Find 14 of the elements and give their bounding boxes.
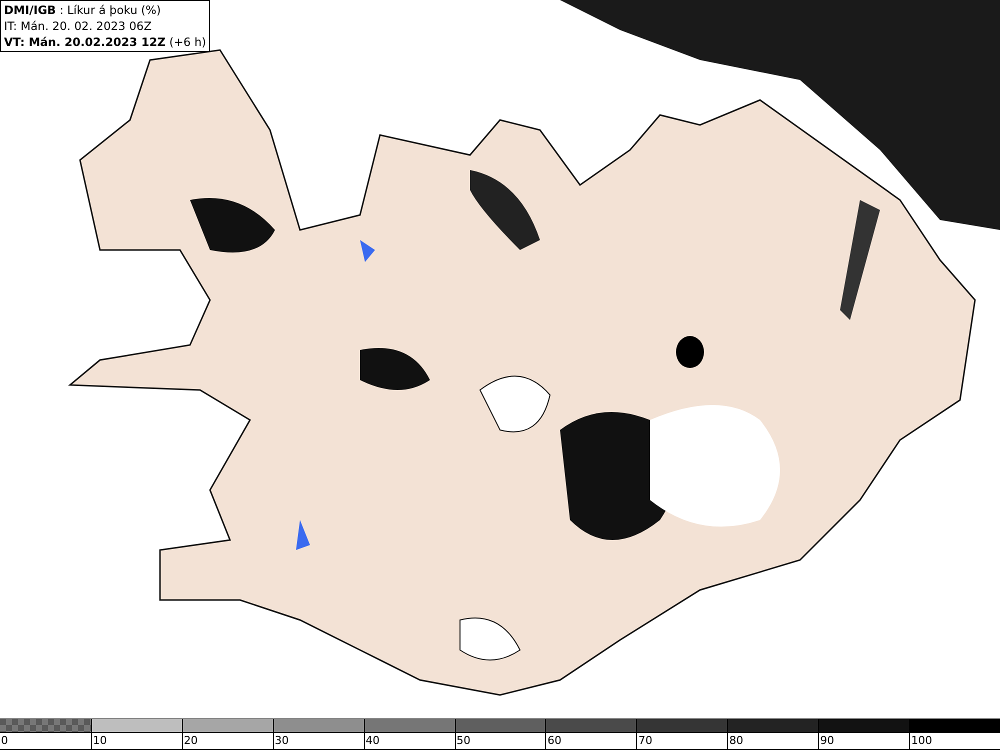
legend-label: 80: [728, 733, 744, 749]
legend-label: 0: [0, 733, 8, 749]
issue-time: IT: Mán. 20. 02. 2023 06Z: [4, 18, 153, 34]
legend-label: 40: [364, 733, 380, 749]
legend-label: 30: [274, 733, 289, 749]
legend-label: 20: [182, 733, 198, 749]
legend-label: 90: [819, 733, 834, 749]
legend-label: 60: [546, 733, 562, 749]
legend-label: 100: [910, 733, 932, 749]
legend-label: 50: [456, 733, 471, 749]
valid-time: VT: Mán. 20.02.2023 12Z (+6 h): [4, 34, 206, 50]
legend-label: 70: [637, 733, 652, 749]
legend-label: 10: [92, 733, 107, 749]
map-title: DMI/IGB : Líkur á þoku (%): [4, 2, 162, 18]
